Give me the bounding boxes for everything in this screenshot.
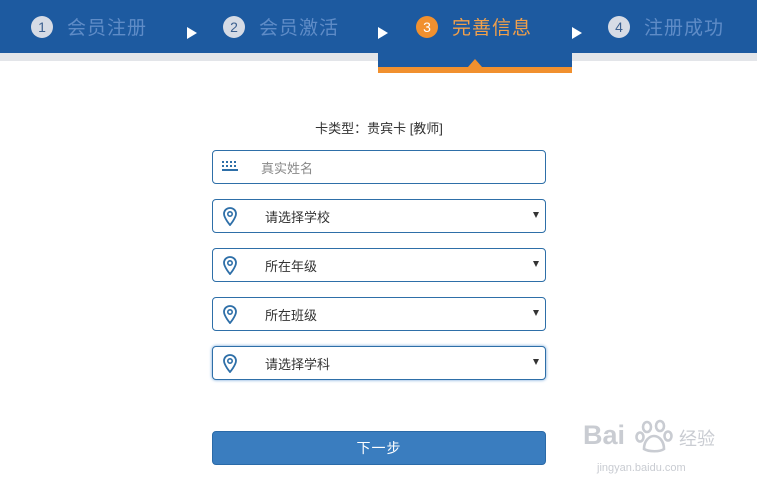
step-number: 1 xyxy=(31,15,53,38)
step-register: 1 会员注册 xyxy=(31,0,147,53)
chevron-down-icon xyxy=(533,310,539,316)
chevron-down-icon xyxy=(533,359,539,365)
step-number: 4 xyxy=(608,15,630,38)
next-step-button[interactable]: 下一步 xyxy=(212,431,546,465)
baidu-jingyan-watermark: Bai 经验 jingyan.baidu.com xyxy=(583,414,753,494)
real-name-placeholder: 真实姓名 xyxy=(261,160,314,176)
subject-select-value: 请选择学科 xyxy=(265,356,331,372)
location-pin-icon xyxy=(213,298,247,330)
watermark-url: jingyan.baidu.com xyxy=(597,462,686,474)
grade-select[interactable]: 所在年级 xyxy=(212,248,546,282)
step-label: 注册成功 xyxy=(644,18,725,39)
step-complete-info: 3 完善信息 xyxy=(416,0,532,53)
class-select-value: 所在班级 xyxy=(265,307,318,323)
chevron-down-icon xyxy=(533,212,539,218)
real-name-input[interactable]: 真实姓名 xyxy=(212,150,546,184)
grade-select-value: 所在年级 xyxy=(265,258,318,274)
school-select-value: 请选择学校 xyxy=(265,209,331,225)
location-pin-icon xyxy=(213,249,247,281)
step-arrow-icon xyxy=(572,27,582,39)
step-number: 3 xyxy=(416,15,438,38)
step-number: 2 xyxy=(223,15,245,38)
location-pin-icon xyxy=(213,347,247,379)
chevron-down-icon xyxy=(533,261,539,267)
step-arrow-icon xyxy=(378,27,388,39)
watermark-logo-text: Bai xyxy=(583,420,626,450)
active-step-underline xyxy=(378,67,572,73)
step-arrow-icon xyxy=(187,27,197,39)
location-pin-icon xyxy=(213,200,247,232)
watermark-cn-text: 经验 xyxy=(679,429,715,449)
keyboard-icon xyxy=(213,151,247,183)
class-select[interactable]: 所在班级 xyxy=(212,297,546,331)
step-label: 会员注册 xyxy=(67,18,148,39)
subject-select[interactable]: 请选择学科 xyxy=(212,346,546,380)
step-label: 完善信息 xyxy=(452,18,533,39)
card-type-text: 卡类型：贵宾卡 [教师] xyxy=(315,121,443,136)
school-select[interactable]: 请选择学校 xyxy=(212,199,546,233)
active-step-notch xyxy=(468,59,482,67)
paw-icon xyxy=(635,419,673,453)
step-success: 4 注册成功 xyxy=(608,0,724,53)
step-label: 会员激活 xyxy=(259,18,340,39)
step-activate: 2 会员激活 xyxy=(223,0,339,53)
